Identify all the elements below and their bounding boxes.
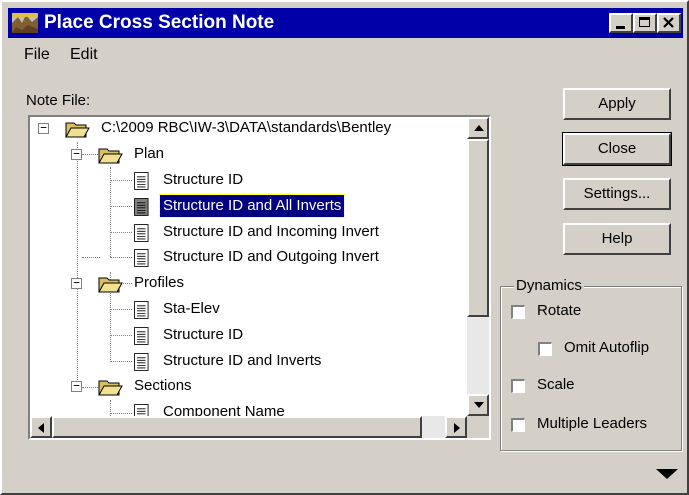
open-folder-icon <box>98 148 123 164</box>
menu-file[interactable]: File <box>24 46 50 64</box>
tree-vertical-scrollbar[interactable] <box>467 117 489 416</box>
help-button[interactable]: Help <box>563 223 671 255</box>
apply-button[interactable]: Apply <box>563 88 671 120</box>
tree-item-label: Component Name <box>163 403 285 416</box>
scroll-up-button[interactable] <box>467 117 489 139</box>
expand-arrow-icon[interactable] <box>656 469 678 479</box>
document-icon <box>134 224 149 242</box>
scrollbar-corner <box>467 416 489 438</box>
dynamics-group-title: Dynamics <box>514 277 584 294</box>
tree-item-label: Profiles <box>134 274 185 291</box>
close-window-button[interactable] <box>657 13 681 33</box>
minimize-button[interactable] <box>609 13 633 33</box>
collapse-sections-toggle[interactable]: − <box>71 380 82 392</box>
tree-item-label: Sta-Elev <box>163 300 220 317</box>
document-icon <box>134 301 149 319</box>
arrow-down-icon <box>474 402 484 408</box>
window-title: Place Cross Section Note <box>44 12 275 33</box>
tree-item-label: Plan <box>134 145 165 162</box>
multiple-leaders-label: Multiple Leaders <box>537 415 648 432</box>
omit-autoflip-label: Omit Autoflip <box>564 339 650 356</box>
document-icon <box>134 249 149 267</box>
tree-content: − C:\2009 RBC\IW-3\DATA\standards\Bentle… <box>30 117 467 416</box>
tree-horizontal-scrollbar[interactable] <box>30 416 467 438</box>
tree-item-label: Sections <box>134 377 192 394</box>
tree-root-label: C:\2009 RBC\IW-3\DATA\standards\Bentley <box>101 119 392 136</box>
tree-item-label: Structure ID and All Inverts <box>158 194 346 218</box>
tree-item-label: Structure ID and Inverts <box>163 352 322 369</box>
collapse-root-toggle[interactable]: − <box>38 122 49 134</box>
scroll-down-button[interactable] <box>467 394 489 416</box>
vertical-scroll-thumb[interactable] <box>467 139 489 317</box>
close-button[interactable]: Close <box>562 132 672 166</box>
horizontal-scroll-thumb[interactable] <box>52 416 422 438</box>
note-file-tree[interactable]: − C:\2009 RBC\IW-3\DATA\standards\Bentle… <box>28 115 491 440</box>
app-icon <box>12 13 38 33</box>
rotate-label: Rotate <box>537 302 582 319</box>
settings-button[interactable]: Settings... <box>563 178 671 210</box>
collapse-profiles-toggle[interactable]: − <box>71 277 82 289</box>
arrow-right-icon <box>454 423 460 433</box>
scale-label: Scale <box>537 376 575 393</box>
omit-autoflip-checkbox[interactable] <box>538 342 552 356</box>
arrow-up-icon <box>474 125 484 131</box>
open-folder-icon <box>65 122 90 138</box>
note-file-label: Note File: <box>26 92 91 109</box>
minimize-icon <box>616 26 625 29</box>
scale-checkbox[interactable] <box>511 379 525 393</box>
document-icon <box>134 404 149 416</box>
arrow-left-icon <box>38 423 44 433</box>
tree-item-label: Structure ID <box>163 171 244 188</box>
tree-item-label: Structure ID and Incoming Invert <box>163 223 379 240</box>
rotate-checkbox[interactable] <box>511 305 525 319</box>
collapse-plan-toggle[interactable]: − <box>71 148 82 160</box>
scroll-right-button[interactable] <box>445 416 467 438</box>
maximize-button[interactable] <box>633 13 657 33</box>
document-icon <box>134 198 149 216</box>
maximize-icon <box>639 17 650 27</box>
tree-item-label: Structure ID <box>163 326 244 343</box>
title-bar[interactable]: Place Cross Section Note <box>8 8 683 38</box>
open-folder-icon <box>98 277 123 293</box>
document-icon <box>134 172 149 190</box>
menu-edit[interactable]: Edit <box>70 46 98 64</box>
scroll-left-button[interactable] <box>30 416 52 438</box>
tree-item-label: Structure ID and Outgoing Invert <box>163 248 379 265</box>
open-folder-icon <box>98 380 123 396</box>
close-icon <box>663 17 674 28</box>
multiple-leaders-checkbox[interactable] <box>511 418 525 432</box>
dialog-window: Place Cross Section Note File Edit Note … <box>0 0 689 495</box>
document-icon <box>134 353 149 371</box>
document-icon <box>134 327 149 345</box>
